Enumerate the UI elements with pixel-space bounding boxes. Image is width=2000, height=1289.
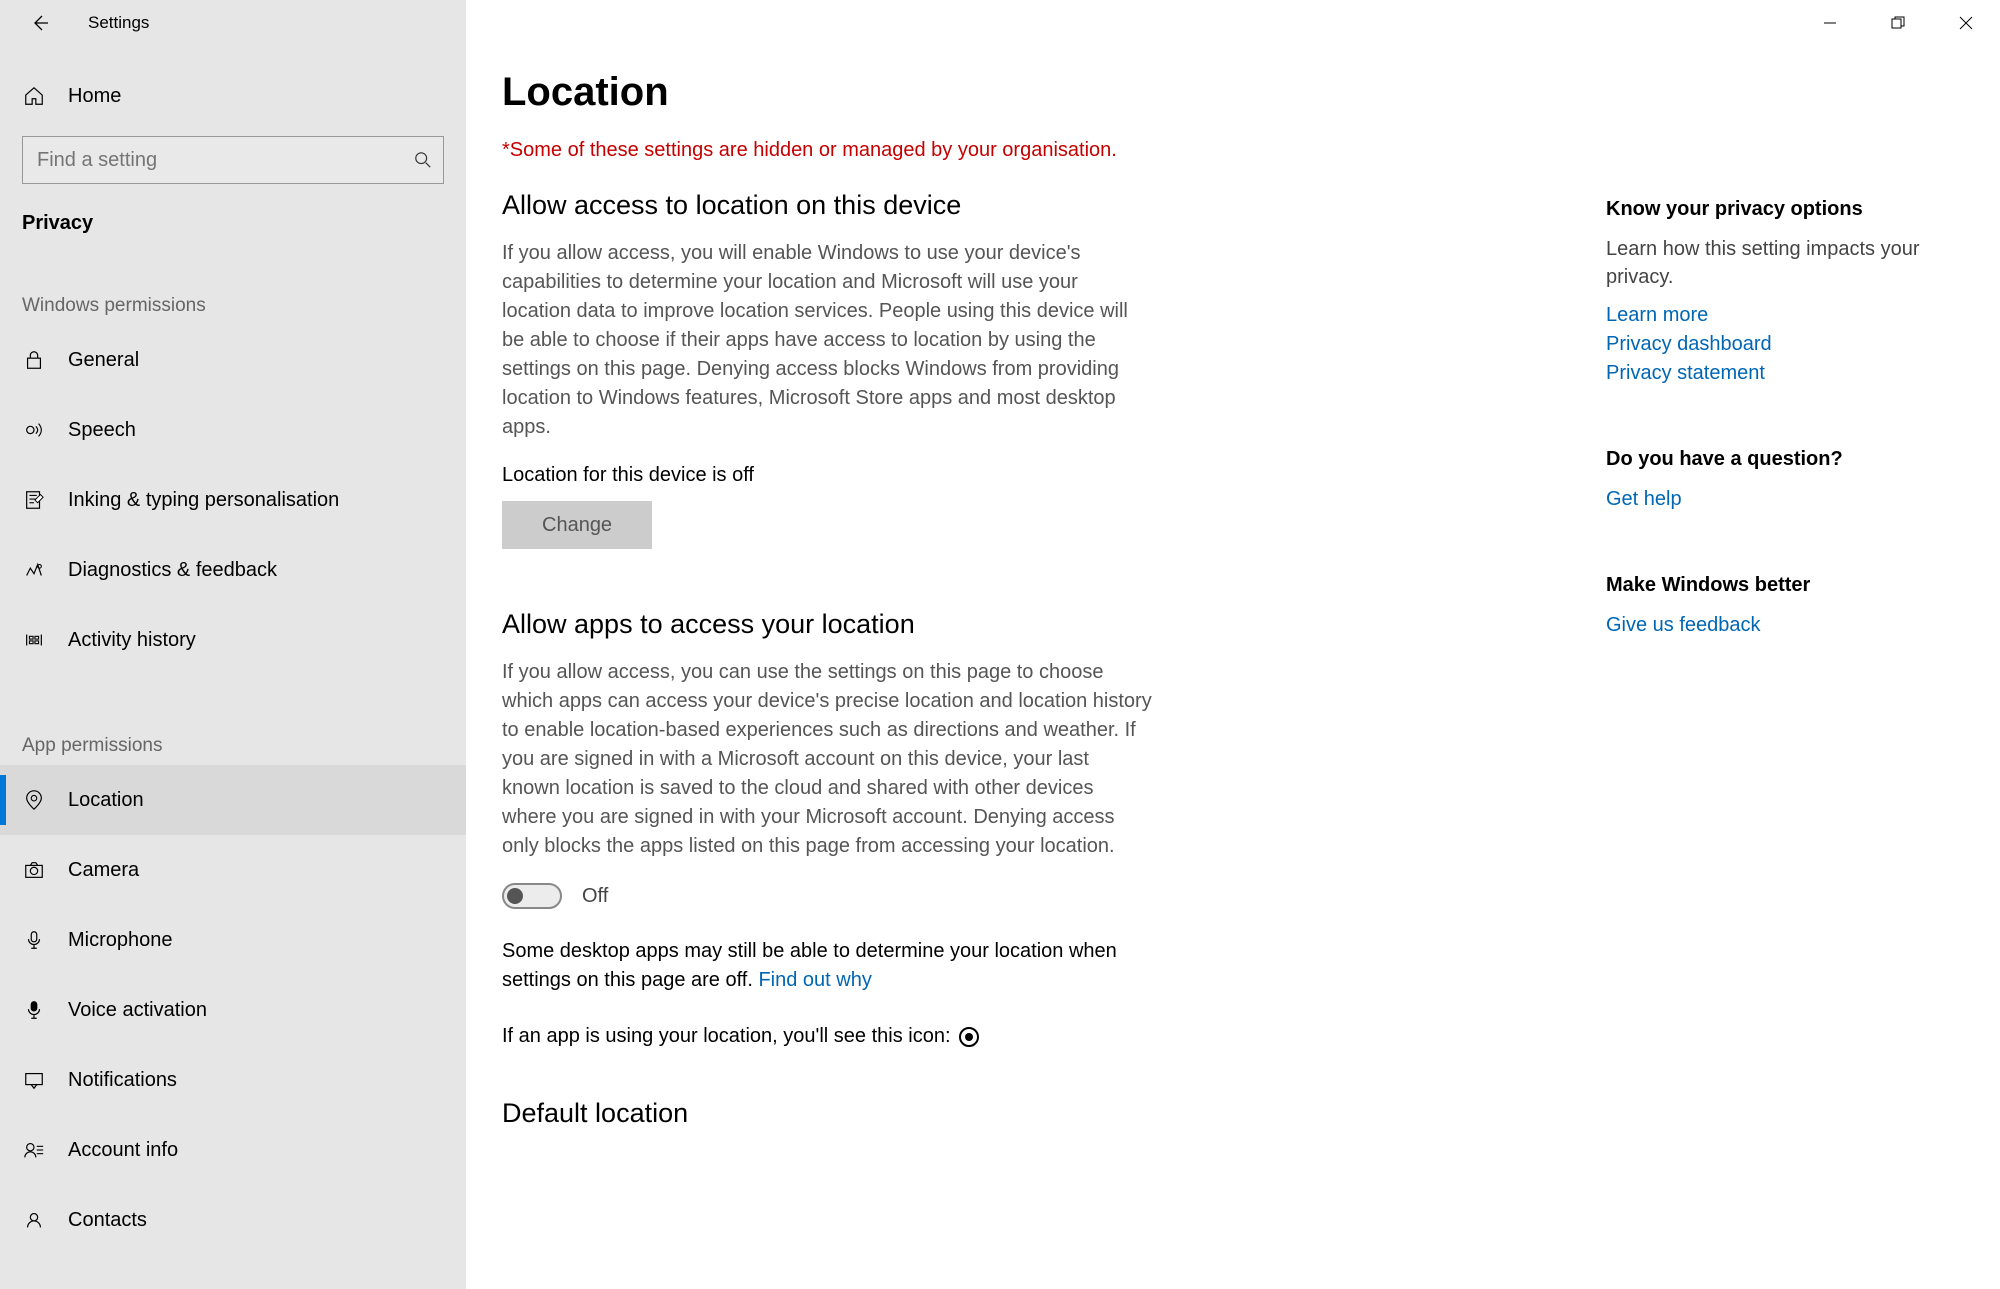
minimize-button[interactable] [1796, 0, 1864, 46]
location-indicator-row: If an app is using your location, you'll… [502, 1025, 1546, 1048]
window-controls [1796, 0, 2000, 46]
nav-diagnostics-label: Diagnostics & feedback [68, 559, 277, 582]
search-wrap [0, 136, 466, 184]
nav-notifications-label: Notifications [68, 1069, 177, 1092]
activity-icon [22, 628, 46, 652]
section2-body: If you allow access, you can use the set… [502, 658, 1152, 861]
section1-body: If you allow access, you will enable Win… [502, 239, 1152, 442]
search-input[interactable] [23, 149, 403, 172]
nav-notifications[interactable]: Notifications [0, 1045, 466, 1115]
maximize-button[interactable] [1864, 0, 1932, 46]
give-feedback-link[interactable]: Give us feedback [1606, 611, 1920, 640]
nav-activity-history[interactable]: Activity history [0, 605, 466, 675]
section1-heading: Allow access to location on this device [502, 190, 1546, 221]
maximize-icon [1891, 16, 1905, 30]
section-title: Privacy [0, 212, 466, 235]
inking-icon [22, 488, 46, 512]
group-label-windows-permissions: Windows permissions [0, 295, 466, 317]
nav-location[interactable]: Location [0, 765, 466, 835]
voice-icon [22, 998, 46, 1022]
find-out-why-link[interactable]: Find out why [758, 969, 871, 991]
nav-account-label: Account info [68, 1139, 178, 1162]
speech-icon [22, 418, 46, 442]
close-icon [1959, 16, 1973, 30]
back-button[interactable] [24, 7, 56, 39]
location-in-use-icon [959, 1027, 979, 1047]
apps-location-toggle-row: Off [502, 883, 1546, 909]
search-box[interactable] [22, 136, 444, 184]
diagnostics-icon [22, 558, 46, 582]
back-arrow-icon [30, 13, 50, 33]
lock-icon [22, 348, 46, 372]
nav-home-label: Home [68, 85, 121, 108]
content-scroll: Location *Some of these settings are hid… [466, 0, 2000, 1289]
nav-location-label: Location [68, 789, 144, 812]
nav-contacts[interactable]: Contacts [0, 1185, 466, 1255]
toggle-knob [507, 888, 523, 904]
nav-inking-label: Inking & typing personalisation [68, 489, 339, 512]
home-icon [22, 84, 46, 108]
main-column: Location *Some of these settings are hid… [466, 46, 1586, 1289]
learn-more-link[interactable]: Learn more [1606, 301, 1920, 330]
nav-voice-activation[interactable]: Voice activation [0, 975, 466, 1045]
nav-microphone[interactable]: Microphone [0, 905, 466, 975]
page-title: Location [502, 70, 1546, 115]
group-label-app-permissions: App permissions [0, 735, 466, 757]
nav-camera-label: Camera [68, 859, 139, 882]
desktop-apps-note: Some desktop apps may still be able to d… [502, 937, 1152, 995]
device-location-status: Location for this device is off [502, 464, 1546, 487]
content-area: Location *Some of these settings are hid… [466, 0, 2000, 1289]
aside-heading-3: Make Windows better [1606, 574, 1920, 597]
privacy-statement-link[interactable]: Privacy statement [1606, 359, 1920, 388]
aside-column: Know your privacy options Learn how this… [1586, 46, 2000, 1289]
nav-speech-label: Speech [68, 419, 136, 442]
privacy-dashboard-link[interactable]: Privacy dashboard [1606, 330, 1920, 359]
aside-feedback: Make Windows better Give us feedback [1606, 574, 1920, 640]
policy-notice: *Some of these settings are hidden or ma… [502, 139, 1546, 162]
close-button[interactable] [1932, 0, 2000, 46]
nav-voice-label: Voice activation [68, 999, 207, 1022]
aside-text-1: Learn how this setting impacts your priv… [1606, 235, 1920, 291]
section2-heading: Allow apps to access your location [502, 609, 1546, 640]
nav-contacts-label: Contacts [68, 1209, 147, 1232]
nav-general[interactable]: General [0, 325, 466, 395]
app-title: Settings [88, 13, 149, 33]
search-icon [403, 151, 443, 169]
notifications-icon [22, 1068, 46, 1092]
microphone-icon [22, 928, 46, 952]
toggle-state-label: Off [582, 885, 608, 908]
aside-heading-1: Know your privacy options [1606, 198, 1920, 221]
nav-activity-label: Activity history [68, 629, 196, 652]
nav-general-label: General [68, 349, 139, 372]
location-indicator-text: If an app is using your location, you'll… [502, 1025, 951, 1048]
aside-privacy-options: Know your privacy options Learn how this… [1606, 198, 1920, 388]
titlebar: Settings [0, 0, 466, 46]
location-icon [22, 788, 46, 812]
section3-heading: Default location [502, 1098, 1546, 1129]
nav-inking[interactable]: Inking & typing personalisation [0, 465, 466, 535]
nav-camera[interactable]: Camera [0, 835, 466, 905]
apps-location-toggle[interactable] [502, 883, 562, 909]
aside-heading-2: Do you have a question? [1606, 448, 1920, 471]
contacts-icon [22, 1208, 46, 1232]
sidebar: Settings Home Privacy Windows permission… [0, 0, 466, 1289]
nav-account-info[interactable]: Account info [0, 1115, 466, 1185]
nav-home[interactable]: Home [0, 66, 466, 126]
aside-question: Do you have a question? Get help [1606, 448, 1920, 514]
minimize-icon [1823, 16, 1837, 30]
camera-icon [22, 858, 46, 882]
nav-speech[interactable]: Speech [0, 395, 466, 465]
get-help-link[interactable]: Get help [1606, 485, 1920, 514]
change-button[interactable]: Change [502, 501, 652, 549]
nav-microphone-label: Microphone [68, 929, 173, 952]
nav-diagnostics[interactable]: Diagnostics & feedback [0, 535, 466, 605]
account-icon [22, 1138, 46, 1162]
